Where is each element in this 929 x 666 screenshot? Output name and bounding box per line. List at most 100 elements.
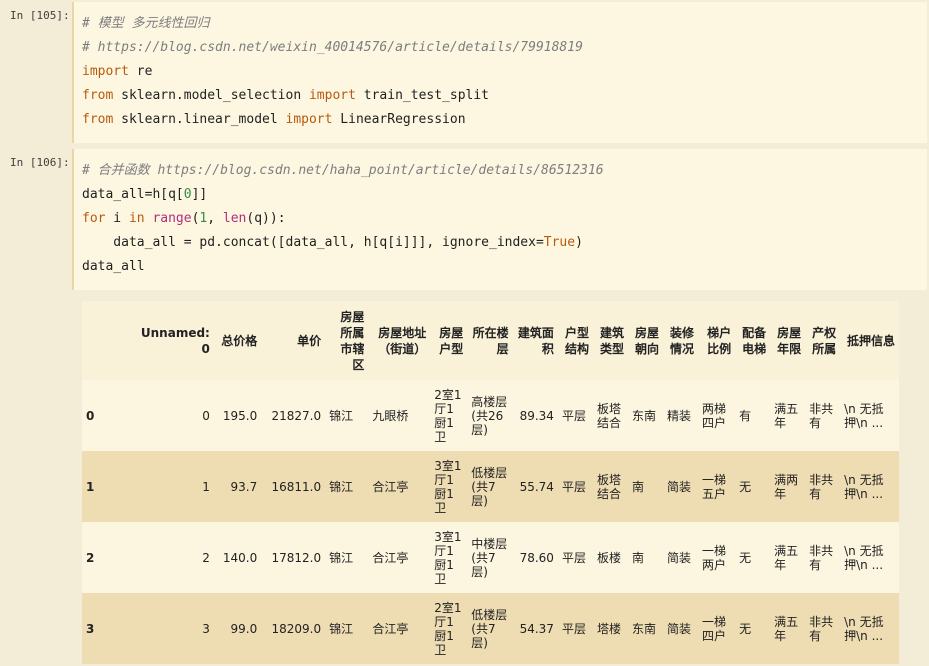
code-line: # 模型 多元线性回归 [82,12,583,36]
table-cell: 140.0 [222,550,258,565]
table-cell: 89.34 [519,408,554,423]
column-header: 房屋户型 [430,301,468,380]
table-cell: 16811.0 [271,479,322,494]
table-cell: 平层 [561,479,586,494]
table-cell: 55.74 [519,479,554,494]
code-line: # https://blog.csdn.net/weixin_40014576/… [82,36,583,60]
column-header: 房屋年限 [770,301,806,380]
table-cell: 一梯四户 [702,614,727,643]
table-cell: \n 无抵押\n ... [844,401,884,430]
table-cell: 简装 [666,550,691,565]
table-cell: 平层 [561,621,586,636]
table-cell: 东南 [631,408,656,423]
code-token: , [207,211,223,226]
dataframe-table: Unnamed: 0 总价格 单价 房屋所属市辖区 房屋地址（街道） 房屋户型 所在楼层 建筑… [82,301,899,664]
table-cell: 非共有 [809,614,834,643]
table-cell: 21827.0 [271,408,322,423]
code-cell-105[interactable]: In [105]: # 模型 多元线性回归 # https://blog.csdn… [0,0,929,143]
code-line: from sklearn.linear_model import LinearR… [82,108,583,132]
code-token: data_all=h[q[ [82,187,184,202]
column-header: 总价格 [213,301,262,380]
code-token: data_all = pd.concat([data_all, h[q[i]]]… [82,235,544,250]
table-cell: 非共有 [809,472,834,501]
table-cell: 无 [739,621,752,636]
code-token: train_test_split [355,88,490,103]
row-index: 1 [86,479,95,494]
column-header: 户型结构 [557,301,593,380]
table-cell: 南 [631,550,644,565]
table-cell: 合江亭 [372,550,409,565]
table-cell: 0 [202,408,210,423]
column-header: 房屋朝向 [627,301,663,380]
table-row: 2 2 140.0 17812.0 锦江 合江亭 3室1厅1厨1卫 中楼层 (共7层) 78.6… [82,522,899,593]
table-cell: 低楼层 (共7层) [471,465,508,508]
code-line: data_all [82,255,604,279]
table-row: 3 3 99.0 18209.0 锦江 合江亭 2室1厅1厨1卫 低楼层 (共7层) 54.37… [82,593,899,664]
table-cell: 九眼桥 [372,408,409,423]
table-row: 1 1 93.7 16811.0 锦江 合江亭 3室1厅1厨1卫 低楼层 (共7层) 55.74… [82,451,899,522]
table-cell: 18209.0 [271,621,322,636]
table-cell: 有 [739,408,752,423]
table-cell: 195.0 [222,408,258,423]
table-cell: 93.7 [230,479,258,494]
table-cell: \n 无抵押\n ... [844,472,884,501]
table-cell: 17812.0 [271,550,322,565]
code-token: from [82,112,114,127]
column-header [82,301,128,380]
code-token: sklearn.model_selection [113,88,309,103]
column-header: 房屋地址（街道） [368,301,431,380]
cell-prompt: In [105]: [10,9,70,22]
code-token: len [222,211,247,226]
code-block[interactable]: # 合并函数 https://blog.csdn.net/haha_point/… [82,159,604,279]
column-header: 建筑面积 [512,301,558,380]
table-cell: 满五年 [774,614,799,643]
table-cell: 2室1厅1厨1卫 [434,600,462,657]
code-block[interactable]: # 模型 多元线性回归 # https://blog.csdn.net/weixi… [82,12,583,132]
table-cell: 无 [739,550,752,565]
table-cell: 99.0 [230,621,258,636]
code-token: for [82,211,106,226]
table-cell: 低楼层 (共7层) [471,607,508,650]
table-cell: 一梯五户 [702,472,727,501]
table-cell: 54.37 [519,621,554,636]
code-token: ]] [191,187,208,202]
table-row: 0 0 195.0 21827.0 锦江 九眼桥 2室1厅1厨1卫 高楼层 (共26层) 89.… [82,380,899,451]
table-cell: 高楼层 (共26层) [471,394,508,437]
table-cell: 东南 [631,621,656,636]
table-cell: 锦江 [329,408,354,423]
table-cell: 板塔结合 [596,401,621,430]
table-cell: 塔楼 [596,621,621,636]
table-cell: 锦江 [329,550,354,565]
table-cell: 满两年 [774,472,799,501]
table-cell: 中楼层 (共7层) [471,536,508,579]
table-cell: 简装 [666,479,691,494]
row-index: 0 [86,408,95,423]
code-token: re [128,64,153,79]
table-cell: 3室1厅1厨1卫 [434,458,462,515]
code-cell-106[interactable]: In [106]: # 合并函数 https://blog.csdn.net/h… [0,147,929,290]
table-cell: 无 [739,479,752,494]
table-cell: 板楼 [596,550,621,565]
row-index: 2 [86,550,95,565]
code-token: from [82,88,114,103]
code-token: data_all [82,259,145,274]
table-cell: 2 [202,550,210,565]
code-token: sklearn.linear_model [113,112,286,127]
table-cell: 一梯两户 [702,543,727,572]
code-token: True [543,235,576,250]
table-cell: 满五年 [774,543,799,572]
code-token: (q)): [246,211,286,226]
table-cell: 锦江 [329,621,354,636]
cell-prompt: In [106]: [10,156,70,169]
table-cell: 满五年 [774,401,799,430]
table-cell: 合江亭 [372,479,409,494]
table-cell: 平层 [561,550,586,565]
column-header: 所在楼层 [467,301,513,380]
table-cell: \n 无抵押\n ... [844,614,884,643]
column-header: 梯户比例 [698,301,736,380]
table-cell: 3室1厅1厨1卫 [434,529,462,586]
code-line: # 合并函数 https://blog.csdn.net/haha_point/… [82,159,604,183]
row-index: 3 [86,621,95,636]
table-cell: 板塔结合 [596,472,621,501]
code-token: import [82,64,129,79]
